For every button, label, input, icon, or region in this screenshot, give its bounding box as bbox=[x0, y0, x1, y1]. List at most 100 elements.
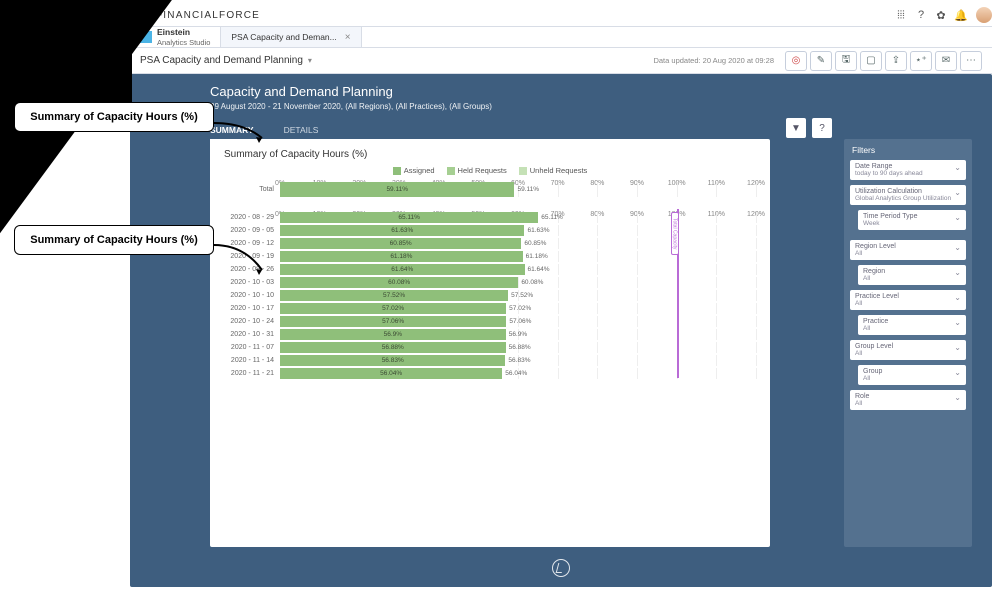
bar-value-label: 56.83% bbox=[505, 355, 530, 366]
share-icon[interactable]: ⇪ bbox=[885, 51, 907, 71]
chart-row: 2020 - 09 - 1961.18%61.18% bbox=[224, 250, 756, 263]
bar-segment[interactable]: 56.9% bbox=[280, 329, 506, 340]
filter-practice-level[interactable]: ⌄Practice LevelAll bbox=[850, 290, 966, 310]
chevron-down-icon: ⌄ bbox=[954, 243, 961, 252]
legend-swatch-held bbox=[447, 167, 455, 175]
chart-row: 2020 - 10 - 1757.02%57.02% bbox=[224, 302, 756, 315]
help-icon[interactable]: ? bbox=[914, 8, 928, 22]
app-subtitle: Analytics Studio bbox=[157, 38, 210, 47]
chevron-down-icon: ⌄ bbox=[954, 268, 961, 277]
chart-row: 2020 - 10 - 1057.52%57.52% bbox=[224, 289, 756, 302]
bar-value-label: 61.64% bbox=[525, 264, 550, 275]
chart-row: 2020 - 10 - 2457.06%57.06% bbox=[224, 315, 756, 328]
bar-value-label: 57.02% bbox=[506, 303, 531, 314]
row-total-label: Total bbox=[224, 186, 280, 193]
filter-time-period-type[interactable]: ⌄Time Period TypeWeek bbox=[858, 210, 966, 230]
edit-icon[interactable]: ✎ bbox=[810, 51, 832, 71]
chevron-down-icon: ⌄ bbox=[954, 163, 961, 172]
arrow-icon bbox=[214, 240, 274, 280]
filter-region-level[interactable]: ⌄Region LevelAll bbox=[850, 240, 966, 260]
chart-card: Summary of Capacity Hours (%) Assigned H… bbox=[210, 139, 770, 547]
help-icon[interactable]: ? bbox=[812, 118, 832, 138]
target-icon[interactable]: ◎ bbox=[785, 51, 807, 71]
page-title[interactable]: PSA Capacity and Demand Planning▾ bbox=[140, 55, 312, 66]
dashboard-subtitle: 29 August 2020 - 21 November 2020, (All … bbox=[210, 102, 912, 111]
row-label: 2020 - 10 - 03 bbox=[224, 279, 280, 286]
chart-row: 2020 - 11 - 0756.88%56.88% bbox=[224, 341, 756, 354]
bar-segment[interactable]: 60.08% bbox=[280, 277, 518, 288]
filter-region[interactable]: ⌄RegionAll bbox=[858, 265, 966, 285]
row-label: 2020 - 10 - 17 bbox=[224, 305, 280, 312]
chart-row: 2020 - 10 - 3156.9%56.9% bbox=[224, 328, 756, 341]
annotation-callout-1: Summary of Capacity Hours (%) bbox=[14, 102, 214, 132]
filter-toggle-icon[interactable]: ▼ bbox=[786, 118, 806, 138]
bar-segment[interactable]: 56.83% bbox=[280, 355, 505, 366]
row-label: 2020 - 11 - 07 bbox=[224, 344, 280, 351]
bar-segment[interactable]: 57.52% bbox=[280, 290, 508, 301]
bar-value-label: 61.18% bbox=[523, 251, 548, 262]
filters-title: Filters bbox=[850, 145, 966, 155]
bar-segment[interactable]: 61.18% bbox=[280, 251, 523, 262]
tab-label: PSA Capacity and Deman... bbox=[231, 32, 336, 42]
avatar[interactable] bbox=[976, 7, 992, 23]
row-label: 2020 - 10 - 31 bbox=[224, 331, 280, 338]
filter-practice[interactable]: ⌄PracticeAll bbox=[858, 315, 966, 335]
close-icon[interactable]: × bbox=[345, 32, 351, 43]
row-label: 2020 - 11 - 14 bbox=[224, 357, 280, 364]
bar-value-label: 61.63% bbox=[524, 225, 549, 236]
chart-row: 2020 - 09 - 2661.64%61.64% bbox=[224, 263, 756, 276]
subscribe-icon[interactable]: ⋆⁺ bbox=[910, 51, 932, 71]
row-label: 2020 - 10 - 24 bbox=[224, 318, 280, 325]
data-updated-text: Data updated: 20 Aug 2020 at 09:28 bbox=[653, 56, 774, 65]
bar-value-label: 60.08% bbox=[518, 277, 543, 288]
row-label: 2020 - 09 - 05 bbox=[224, 227, 280, 234]
annotation-callout-2: Summary of Capacity Hours (%) bbox=[14, 225, 214, 255]
financialforce-logo-icon bbox=[552, 559, 570, 577]
more-icon[interactable]: ⋯ bbox=[960, 51, 982, 71]
save-icon[interactable]: 🖫 bbox=[835, 51, 857, 71]
filter-group[interactable]: ⌄GroupAll bbox=[858, 365, 966, 385]
bar-segment[interactable]: 57.06% bbox=[280, 316, 506, 327]
chat-icon[interactable]: ✉ bbox=[935, 51, 957, 71]
row-label: 2020 - 10 - 10 bbox=[224, 292, 280, 299]
bar-segment[interactable]: 60.85% bbox=[280, 238, 521, 249]
bar-segment[interactable]: 61.64% bbox=[280, 264, 525, 275]
bar-value-label: 59.11% bbox=[514, 182, 539, 197]
row-label: 2020 - 11 - 21 bbox=[224, 370, 280, 377]
bar-value-label: 56.9% bbox=[506, 329, 527, 340]
filter-group-level[interactable]: ⌄Group LevelAll bbox=[850, 340, 966, 360]
settings-icon[interactable]: ✿ bbox=[934, 8, 948, 22]
row-label: 2020 - 08 - 29 bbox=[224, 214, 280, 221]
notification-icon[interactable]: 🔔 bbox=[954, 8, 968, 22]
tab-psa-capacity[interactable]: PSA Capacity and Deman... × bbox=[221, 27, 361, 47]
bar-segment[interactable]: 56.04% bbox=[280, 368, 502, 379]
chart-row: 2020 - 08 - 2965.11%65.11% bbox=[224, 211, 756, 224]
bar-segment[interactable]: 65.11% bbox=[280, 212, 538, 223]
bar-segment[interactable]: 59.11% bbox=[280, 182, 514, 197]
chart-title: Summary of Capacity Hours (%) bbox=[224, 149, 756, 160]
chart-row: 2020 - 11 - 2156.04%56.04% bbox=[224, 367, 756, 380]
bar-value-label: 57.52% bbox=[508, 290, 533, 301]
chart-row: 2020 - 11 - 1456.83%56.83% bbox=[224, 354, 756, 367]
brand-name: FINANCIALFORCE bbox=[156, 10, 260, 21]
legend-swatch-unheld bbox=[519, 167, 527, 175]
chevron-down-icon: ⌄ bbox=[954, 318, 961, 327]
bar-segment[interactable]: 57.02% bbox=[280, 303, 506, 314]
filter-role[interactable]: ⌄RoleAll bbox=[850, 390, 966, 410]
app-name: Einstein bbox=[157, 27, 190, 37]
chart-legend: Assigned Held Requests Unheld Requests bbox=[224, 166, 756, 175]
filter-utilization-calculation[interactable]: ⌄Utilization CalculationGlobal Analytics… bbox=[850, 185, 966, 205]
bar-segment[interactable]: 61.63% bbox=[280, 225, 524, 236]
bar-segment[interactable]: 56.88% bbox=[280, 342, 506, 353]
chevron-down-icon: ⌄ bbox=[954, 188, 961, 197]
bar-value-label: 56.04% bbox=[502, 368, 527, 379]
present-icon[interactable]: ▢ bbox=[860, 51, 882, 71]
chart-row: 2020 - 09 - 0561.63%61.63% bbox=[224, 224, 756, 237]
arrow-icon bbox=[214, 118, 274, 148]
dashboard-title: Capacity and Demand Planning bbox=[210, 84, 912, 99]
filter-date-range[interactable]: ⌄Date Rangetoday to 90 days ahead bbox=[850, 160, 966, 180]
apps-icon[interactable]: ⦙⦙⦙ bbox=[894, 8, 908, 22]
chart-row: 2020 - 10 - 0360.08%60.08% bbox=[224, 276, 756, 289]
chevron-down-icon: ⌄ bbox=[954, 368, 961, 377]
bar-value-label: 65.11% bbox=[538, 212, 563, 223]
